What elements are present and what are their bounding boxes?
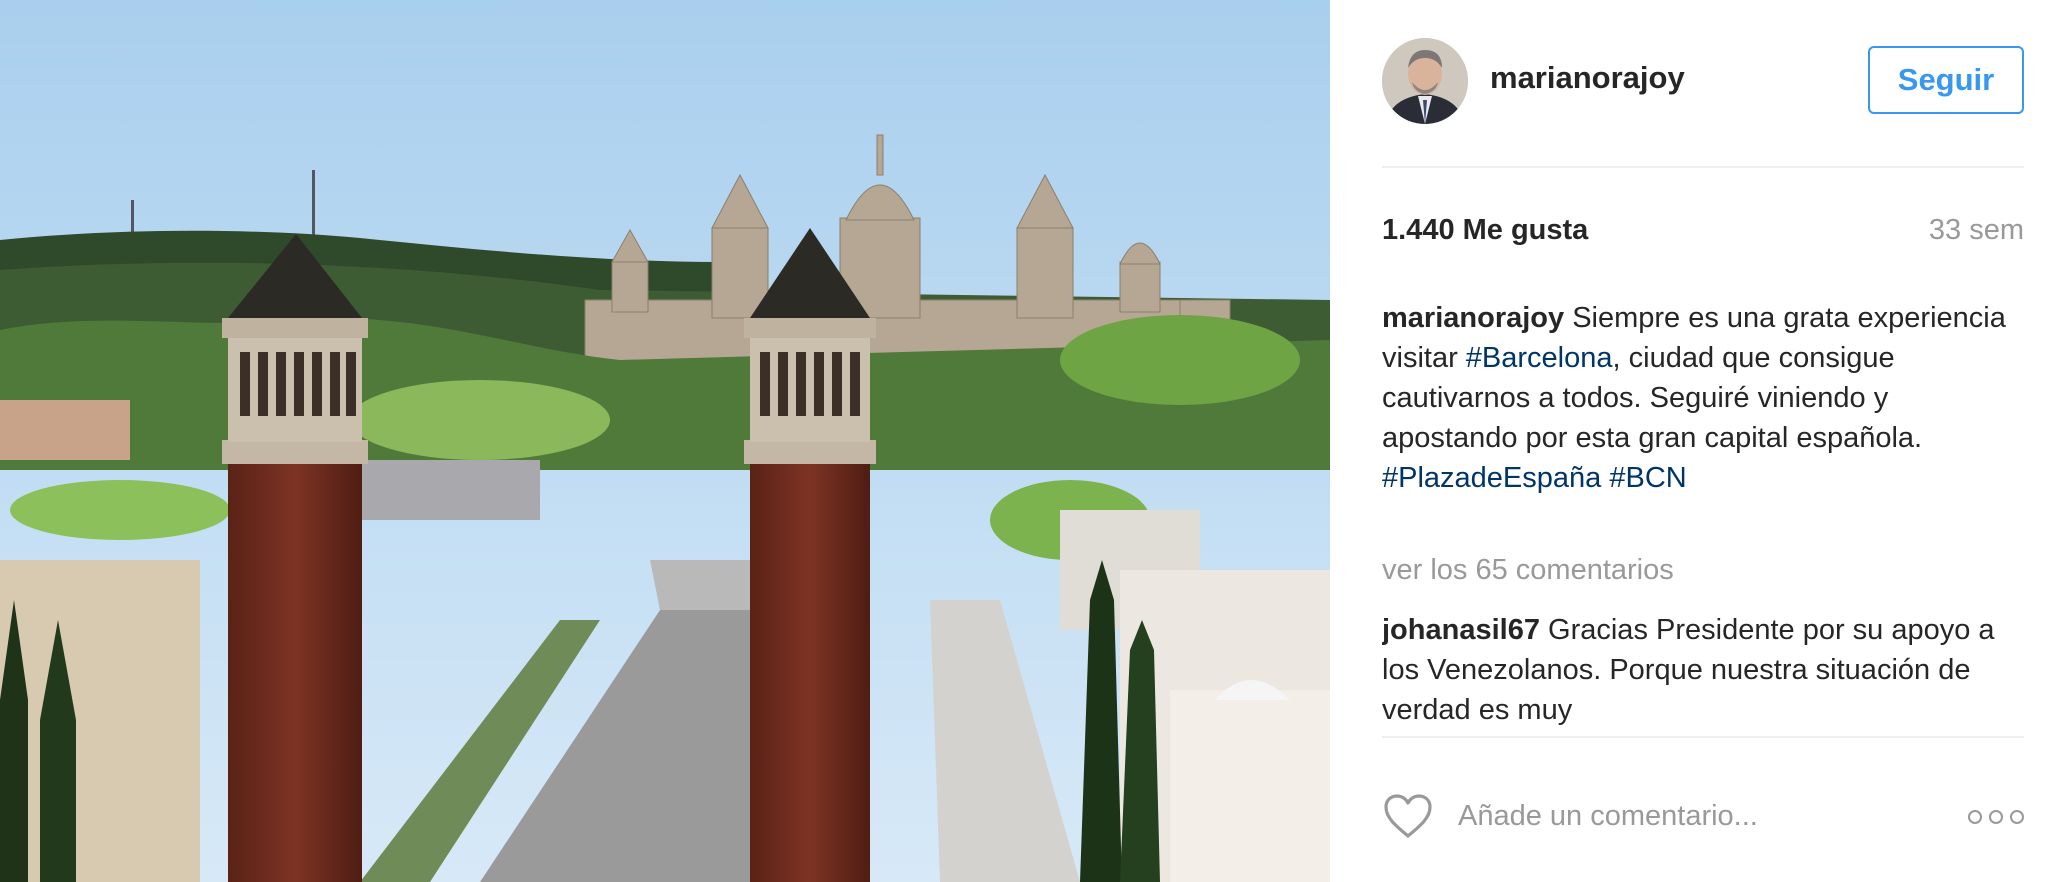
post-sidebar: marianorajoy Seguir 1.440 Me gusta 33 se… <box>1330 0 2048 882</box>
hashtag-barcelona[interactable]: #Barcelona <box>1466 342 1613 374</box>
post-timestamp[interactable]: 33 sem <box>1929 214 2024 247</box>
hashtag-plazadeespana[interactable]: #PlazadeEspaña <box>1382 462 1601 494</box>
username[interactable]: marianorajoy <box>1490 60 1685 96</box>
instagram-post: marianorajoy Seguir 1.440 Me gusta 33 se… <box>0 0 2048 882</box>
avatar[interactable] <box>1382 38 1468 124</box>
comment-item: johanasil67 Gracias Presidente por su ap… <box>1382 610 2012 728</box>
comment-bar <box>1330 776 2048 882</box>
more-dot <box>1968 810 1982 824</box>
header-divider <box>1382 166 2024 168</box>
more-dot <box>2010 810 2024 824</box>
post-photo[interactable] <box>0 0 1330 882</box>
likes-count[interactable]: 1.440 Me gusta <box>1382 214 1588 247</box>
hashtag-bcn[interactable]: #BCN <box>1609 462 1686 494</box>
more-dot <box>1989 810 2003 824</box>
more-options-icon[interactable] <box>1968 810 2024 824</box>
post-caption: marianorajoy Siempre es una grata experi… <box>1382 298 2012 498</box>
heart-outline-icon[interactable] <box>1382 792 1434 840</box>
comment-username[interactable]: johanasil67 <box>1382 614 1540 646</box>
caption-username[interactable]: marianorajoy <box>1382 302 1564 334</box>
view-all-comments-link[interactable]: ver los 65 comentarios <box>1382 554 1674 587</box>
add-comment-input[interactable] <box>1458 794 1938 838</box>
footer-divider <box>1382 736 2024 738</box>
post-header: marianorajoy Seguir <box>1330 0 2048 168</box>
avatar-image <box>1382 38 1468 124</box>
follow-button[interactable]: Seguir <box>1868 46 2024 114</box>
